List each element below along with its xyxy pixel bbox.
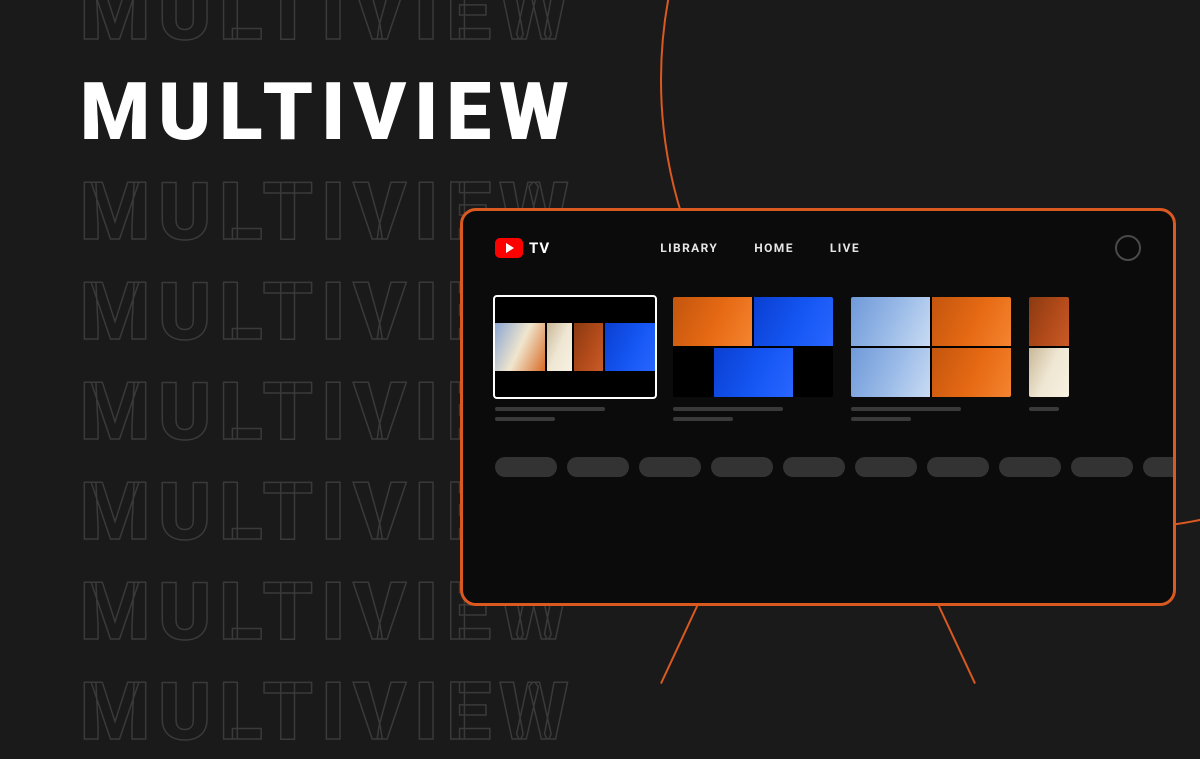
tv-illustration: TV LIBRARY HOME LIVE (460, 208, 1176, 606)
tv-header: TV LIBRARY HOME LIVE (463, 211, 1173, 273)
layout-thumb-quad (851, 297, 1011, 397)
background-word: MULTIVIEW (80, 672, 577, 752)
youtube-tv-logo[interactable]: TV (495, 238, 550, 258)
nav-live[interactable]: LIVE (830, 241, 860, 255)
filter-pill[interactable] (639, 457, 701, 477)
tv-screen: TV LIBRARY HOME LIVE (460, 208, 1176, 606)
nav-home[interactable]: HOME (754, 241, 794, 255)
filter-pill[interactable] (1143, 457, 1176, 477)
filter-pill[interactable] (711, 457, 773, 477)
multiview-layout-row (463, 273, 1173, 427)
filter-pill[interactable] (927, 457, 989, 477)
card-meta (495, 407, 655, 427)
card-meta (851, 407, 1011, 427)
layout-card-4[interactable] (1029, 297, 1069, 427)
profile-avatar[interactable] (1115, 235, 1141, 261)
youtube-play-icon (495, 238, 523, 258)
layout-thumb-three (673, 297, 833, 397)
filter-pill[interactable] (1071, 457, 1133, 477)
tv-stand (648, 606, 988, 676)
title-word: MULTIVIEW (80, 72, 577, 152)
layout-card-3[interactable] (851, 297, 1011, 427)
layout-thumb-single (495, 297, 655, 397)
layout-card-1[interactable] (495, 297, 655, 427)
filter-pill[interactable] (855, 457, 917, 477)
card-meta (673, 407, 833, 427)
nav-library[interactable]: LIBRARY (660, 241, 718, 255)
logo-text: TV (529, 239, 550, 257)
filter-pill[interactable] (999, 457, 1061, 477)
layout-card-2[interactable] (673, 297, 833, 427)
filter-pill[interactable] (495, 457, 557, 477)
filter-pill[interactable] (567, 457, 629, 477)
card-meta (1029, 407, 1069, 417)
tv-nav: LIBRARY HOME LIVE (660, 241, 860, 255)
category-pill-row (463, 427, 1173, 477)
layout-thumb-peek (1029, 297, 1069, 397)
background-word: MULTIVIEW (80, 0, 577, 52)
filter-pill[interactable] (783, 457, 845, 477)
